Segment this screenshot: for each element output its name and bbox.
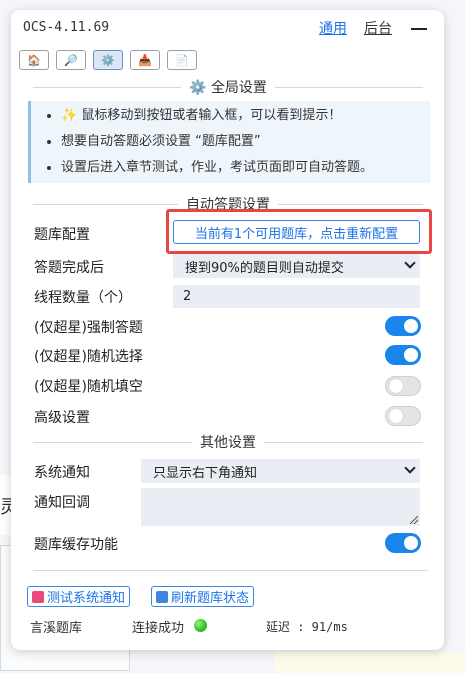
download-glyph: 📥: [138, 53, 152, 67]
tip-item: ✨ 鼠标移动到按钮或者输入框，可以看到提示！: [61, 103, 430, 129]
force-answer-toggle[interactable]: [385, 316, 421, 336]
advanced-settings-toggle[interactable]: [385, 406, 421, 426]
other-settings-title: 其他设置: [33, 432, 423, 452]
advanced-settings-label: 高级设置: [34, 410, 90, 426]
search-icon[interactable]: 🔎: [56, 50, 86, 70]
app-title: OCS-4.11.69: [23, 20, 110, 35]
document-glyph: 📄: [175, 53, 189, 67]
nav-general-link[interactable]: 通用: [319, 18, 347, 38]
gear-glyph: ⚙️: [101, 53, 115, 67]
random-select-toggle[interactable]: [385, 345, 421, 365]
status-ok-icon: [194, 619, 207, 632]
cache-toggle[interactable]: [385, 533, 421, 553]
notify-select-value: 只显示右下角通知: [153, 465, 258, 481]
divider: [33, 570, 428, 571]
global-settings-label: 全局设置: [210, 80, 267, 96]
refresh-icon: [156, 590, 168, 603]
test-notify-button[interactable]: 测试系统通知: [27, 586, 131, 607]
random-select-label: (仅超星)随机选择: [34, 349, 143, 365]
home-icon[interactable]: 🏠: [19, 50, 49, 70]
random-fill-toggle[interactable]: [385, 376, 421, 396]
ocs-panel: OCS-4.11.69 通用 后台 🏠 🔎 ⚙️ 📥 📄 ⚙️ 全局设置 ✨ 鼠…: [11, 10, 444, 650]
callback-textarea[interactable]: [141, 488, 420, 526]
download-icon[interactable]: 📥: [130, 50, 160, 70]
panel-header[interactable]: OCS-4.11.69 通用 后台: [11, 10, 444, 46]
completion-label: 答题完成后: [34, 260, 104, 276]
megaphone-icon: [32, 590, 44, 603]
refresh-bank-label: 刷新题库状态: [171, 591, 250, 606]
background-page-strip: [275, 652, 465, 673]
tips-notice: ✨ 鼠标移动到按钮或者输入框，可以看到提示！ 想要自动答题必须设置 “题库配置”…: [28, 101, 430, 183]
gear-icon: ⚙️: [189, 80, 207, 96]
force-answer-label: (仅超星)强制答题: [34, 320, 143, 336]
random-fill-label: (仅超星)随机填空: [34, 379, 143, 395]
nav-backend-link[interactable]: 后台: [364, 18, 392, 38]
gear-icon[interactable]: ⚙️: [93, 50, 123, 70]
completion-select-value: 搜到90%的题目则自动提交: [185, 260, 344, 276]
question-bank-label: 题库配置: [34, 227, 90, 243]
chevron-down-icon: [404, 257, 416, 269]
threads-input[interactable]: 2: [173, 285, 420, 308]
document-icon[interactable]: 📄: [167, 50, 197, 70]
home-glyph: 🏠: [27, 53, 41, 67]
notify-select[interactable]: 只显示右下角通知: [141, 459, 420, 483]
highlight-box: [166, 209, 432, 254]
connection-status: 连接成功: [132, 621, 185, 636]
threads-label: 线程数量（个）: [34, 290, 132, 306]
tip-item: 设置后进入章节测试，作业，考试页面即可自动答题。: [61, 155, 430, 181]
minimize-button[interactable]: [411, 28, 427, 30]
chevron-down-icon: [404, 462, 416, 474]
callback-label: 通知回调: [34, 495, 90, 511]
test-notify-label: 测试系统通知: [47, 591, 126, 606]
search-glyph: 🔎: [64, 53, 78, 67]
cache-label: 题库缓存功能: [34, 537, 118, 553]
tip-item: 想要自动答题必须设置 “题库配置”: [61, 129, 430, 155]
latency-readout: 延迟 : 91/ms: [266, 620, 348, 634]
global-settings-title: ⚙️ 全局设置: [33, 77, 423, 97]
bank-name: 言溪题库: [30, 621, 83, 636]
refresh-bank-button[interactable]: 刷新题库状态: [151, 586, 255, 607]
resize-grip-icon[interactable]: [410, 516, 418, 524]
notify-label: 系统通知: [34, 465, 90, 481]
other-settings-label: 其他设置: [192, 435, 264, 451]
completion-select[interactable]: 搜到90%的题目则自动提交: [173, 254, 420, 278]
